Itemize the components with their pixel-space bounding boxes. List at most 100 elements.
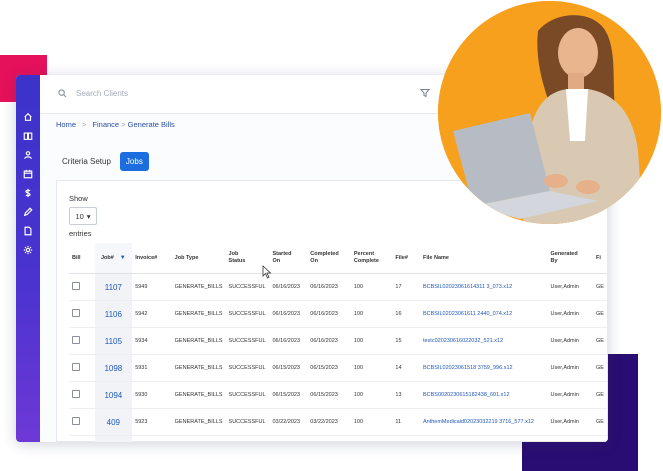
cell-generated-by: User,Admin: [547, 354, 593, 382]
cell-started: 06/15/2023: [269, 354, 308, 382]
home-icon[interactable]: [22, 111, 34, 123]
filter-icon[interactable]: [420, 88, 430, 98]
col-job[interactable]: Job# ▼: [94, 243, 133, 274]
table-row[interactable]: 1106 5942 GENERATE_BILLS SUCCESSFUL 06/16/20…: [69, 300, 607, 328]
col-invoice[interactable]: Invoice#: [132, 243, 172, 274]
cell-status: SUCCESSFUL: [225, 300, 270, 328]
cell-file-no: 14: [392, 354, 420, 382]
sidebar: [16, 75, 40, 442]
cell-job[interactable]: 1107: [94, 273, 133, 301]
user-icon[interactable]: [22, 149, 34, 161]
search-icon: [58, 89, 67, 98]
cell-file-name[interactable]: testc020230616022032_521.x12: [419, 327, 548, 355]
show-label: Show: [69, 194, 88, 203]
row-bill-checkbox[interactable]: [69, 435, 95, 442]
cell-generated-by: User,Admin: [547, 435, 593, 442]
cell-extra: GE: [592, 354, 607, 382]
file-link[interactable]: BCBSIL02023061611 2440_074.x12: [423, 311, 512, 317]
file-link[interactable]: testc020230616022032_521.x12: [423, 338, 503, 344]
table-row[interactable]: 1105 5934 GENERATE_BILLS SUCCESSFUL 06/16/20…: [69, 327, 607, 355]
file-link[interactable]: BCBS0020230615182438_601.x12: [423, 392, 510, 398]
cell-extra: GE: [592, 327, 607, 355]
breadcrumb-home[interactable]: Home: [56, 120, 76, 129]
col-extra: Fi: [592, 243, 607, 274]
cell-file-name[interactable]: AnthemMedicaid02023032219 3716_577.x12: [419, 408, 548, 436]
cell-file-name[interactable]: AnthemMedicaid020230322 170015_135.x12: [419, 435, 548, 442]
row-bill-checkbox[interactable]: [69, 381, 95, 409]
file-link[interactable]: AnthemMedicaid02023032219 3716_577.x12: [423, 419, 534, 425]
cell-started: 06/16/2023: [269, 300, 308, 328]
cell-file-name[interactable]: BCBSIL02023061614311 3_073.x12: [419, 273, 548, 301]
cell-invoice: 5942: [132, 300, 172, 328]
cell-completed: 06/15/2023: [307, 354, 351, 382]
col-job-type[interactable]: Job Type: [171, 243, 226, 274]
col-file-name[interactable]: File Name: [419, 243, 548, 274]
cell-status: SUCCESSFUL: [225, 408, 270, 436]
page-size-select[interactable]: 10 ▾: [69, 207, 97, 225]
table-row[interactable]: 1107 5949 GENERATE_BILLS SUCCESSFUL 06/16/20…: [69, 273, 607, 301]
file-link[interactable]: BCBSIL02023061614311 3_073.x12: [423, 284, 512, 290]
document-icon[interactable]: [22, 225, 34, 237]
col-started-on[interactable]: Started On: [269, 243, 308, 274]
cell-job-type: GENERATE_BILLS: [171, 273, 226, 301]
gear-icon[interactable]: [22, 244, 34, 256]
col-generated-by[interactable]: Generated By: [547, 243, 593, 274]
file-link[interactable]: BCBSIL02023061518 3759_996.x12: [423, 365, 513, 371]
cell-file-no: 15: [392, 327, 420, 355]
cell-file-no: 11: [392, 408, 420, 436]
dollar-icon[interactable]: [22, 187, 34, 199]
cell-percent: 100: [350, 381, 393, 409]
breadcrumb-finance[interactable]: Finance > Generate Bills: [92, 120, 174, 129]
cell-job[interactable]: 398: [94, 435, 133, 442]
book-icon[interactable]: [22, 130, 34, 142]
cell-file-name[interactable]: BCBS0020230615182438_601.x12: [419, 381, 548, 409]
chevron-down-icon: ▾: [86, 211, 91, 221]
cell-job[interactable]: 1106: [94, 300, 133, 328]
tab-jobs[interactable]: Jobs: [119, 152, 149, 171]
cell-completed: 06/16/2023: [307, 300, 351, 328]
row-bill-checkbox[interactable]: [69, 327, 95, 355]
cell-invoice: 5922: [132, 435, 172, 442]
table-row[interactable]: 1098 5931 GENERATE_BILLS SUCCESSFUL 06/15/20…: [69, 354, 607, 382]
cell-percent: 100: [350, 300, 393, 328]
cell-invoice: 5930: [132, 381, 172, 409]
jobs-table: Bill Job# ▼ Invoice# Job Type Job Status S…: [69, 243, 607, 442]
row-bill-checkbox[interactable]: [69, 273, 95, 301]
cell-job[interactable]: 1105: [94, 327, 133, 355]
cell-job[interactable]: 1094: [94, 381, 133, 409]
cell-completed: 06/15/2023: [307, 381, 351, 409]
sort-desc-icon[interactable]: ▼: [120, 255, 126, 261]
cell-extra: GE: [592, 435, 607, 442]
breadcrumb: Home > Finance > Generate Bills: [56, 120, 175, 129]
col-file-no[interactable]: File#: [392, 243, 420, 274]
cell-generated-by: User,Admin: [547, 273, 593, 301]
cell-percent: 100: [350, 327, 393, 355]
row-bill-checkbox[interactable]: [69, 408, 95, 436]
col-percent-complete[interactable]: Percent Complete: [350, 243, 393, 274]
cell-completed: 03/22/2023: [307, 408, 351, 436]
col-bill: Bill: [69, 243, 95, 274]
breadcrumb-separator: >: [82, 120, 87, 129]
cell-invoice: 5923: [132, 408, 172, 436]
table-row[interactable]: 409 5923 GENERATE_BILLS SUCCESSFUL 03/22/202…: [69, 408, 607, 436]
table-row[interactable]: 3985922GENERATE_BILLSSUCCESSFUL03/22/202…: [69, 435, 607, 442]
cell-file-name[interactable]: BCBSIL02023061518 3759_996.x12: [419, 354, 548, 382]
cell-file-no: 9: [392, 435, 420, 442]
cell-file-name[interactable]: BCBSIL02023061611 2440_074.x12: [419, 300, 548, 328]
cell-completed: 06/16/2023: [307, 273, 351, 301]
tab-criteria-setup[interactable]: Criteria Setup: [56, 152, 117, 171]
col-completed-on[interactable]: Completed On: [307, 243, 351, 274]
row-bill-checkbox[interactable]: [69, 354, 95, 382]
table-row[interactable]: 1094 5930 GENERATE_BILLS SUCCESSFUL 06/15/20…: [69, 381, 607, 409]
edit-icon[interactable]: [22, 206, 34, 218]
cell-job[interactable]: 1098: [94, 354, 133, 382]
cell-extra: GE: [592, 300, 607, 328]
cell-status: SUCCESSFUL: [225, 435, 270, 442]
cell-invoice: 5949: [132, 273, 172, 301]
cell-job[interactable]: 409: [94, 408, 133, 436]
row-bill-checkbox[interactable]: [69, 300, 95, 328]
search-input[interactable]: [74, 88, 278, 99]
cell-status: SUCCESSFUL: [225, 381, 270, 409]
cell-file-no: 13: [392, 381, 420, 409]
calendar-icon[interactable]: [22, 168, 34, 180]
